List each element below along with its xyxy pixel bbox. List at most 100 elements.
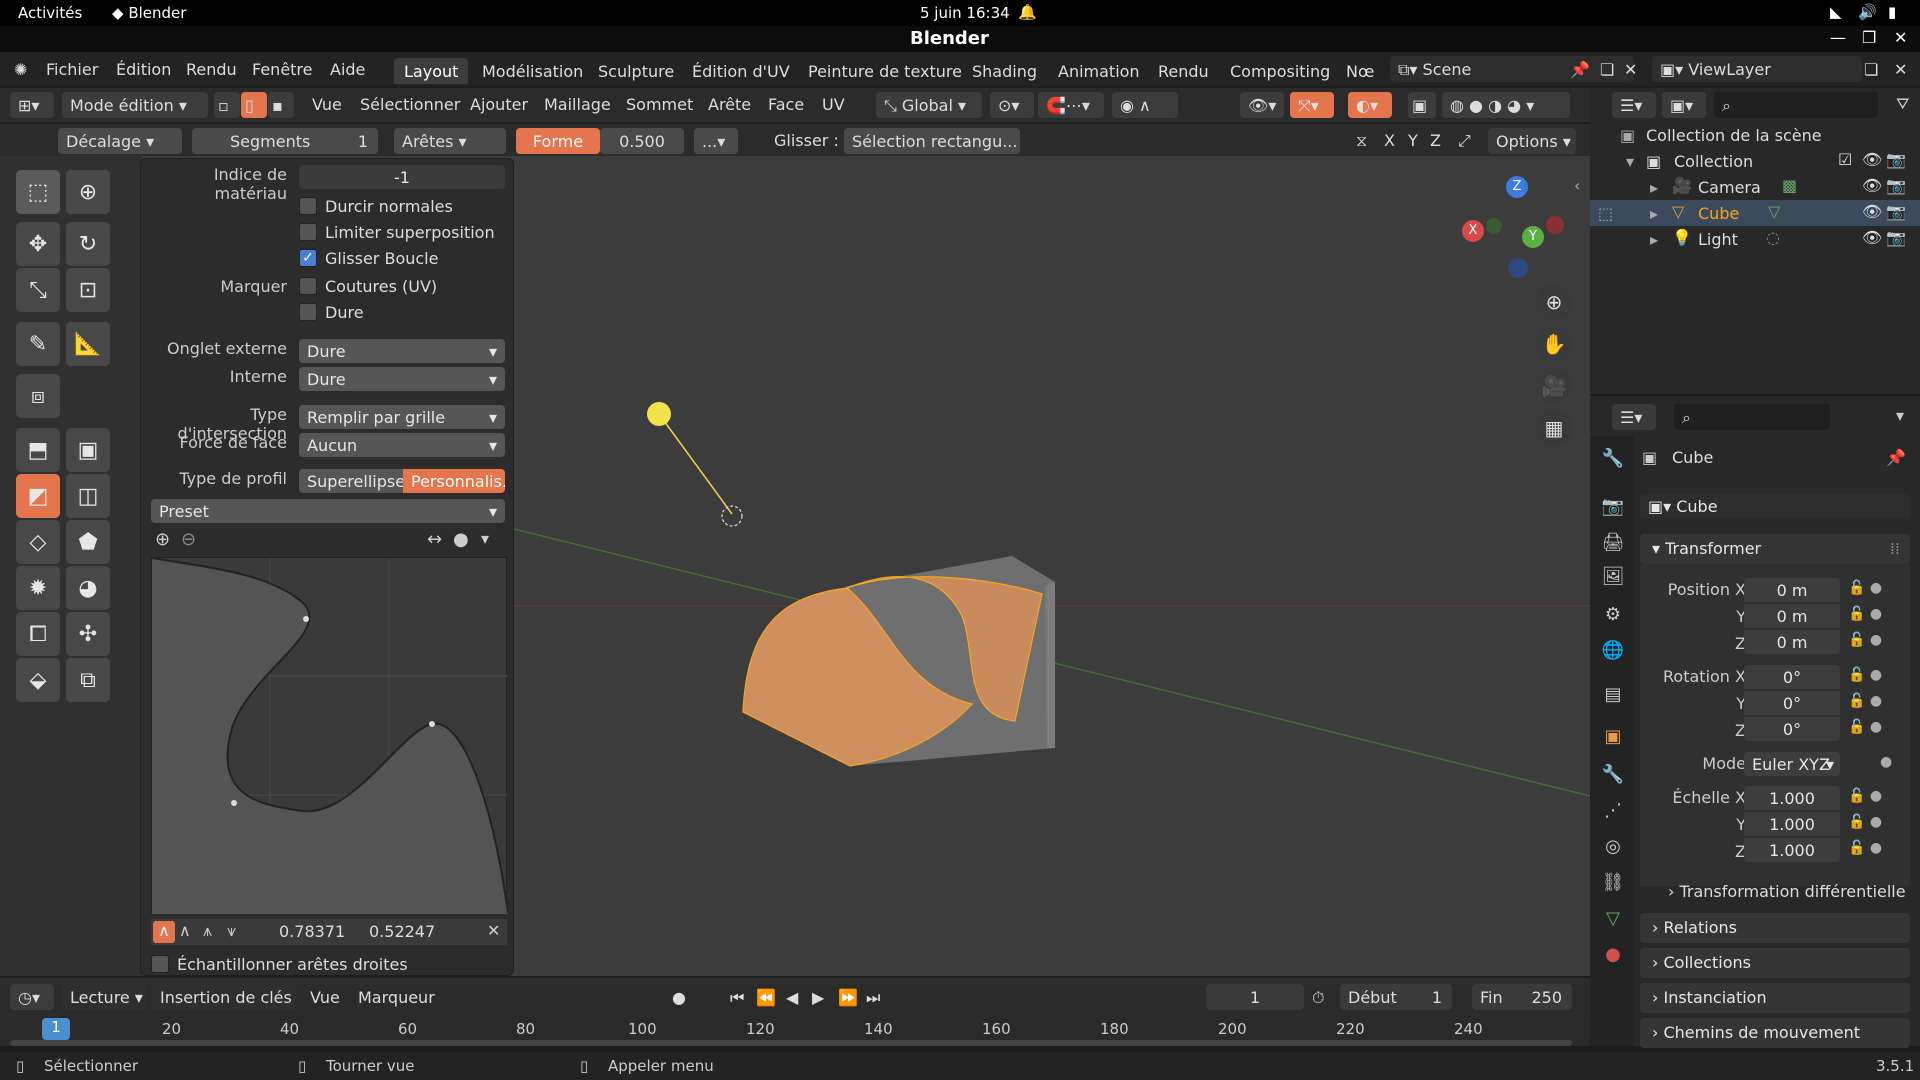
- properties-search-input[interactable]: ⌕: [1674, 404, 1830, 430]
- tab-texture-paint[interactable]: Peinture de texture: [798, 58, 972, 84]
- volume-icon[interactable]: 🔊: [1858, 3, 1877, 21]
- camera-render-icon[interactable]: 📷: [1886, 228, 1906, 247]
- miter-outer-dropdown[interactable]: Dure ▾: [299, 339, 505, 363]
- timeline-marker-menu[interactable]: Marqueur: [358, 988, 435, 1007]
- gizmo-toggle-icon[interactable]: ⤧▾: [1290, 92, 1334, 118]
- delta-transform-header[interactable]: › Transformation différentielle: [1668, 882, 1906, 901]
- miter-inner-dropdown[interactable]: Dure ▾: [299, 367, 505, 391]
- axis-y-toggle[interactable]: Y: [1408, 131, 1418, 150]
- header-menu-face[interactable]: Face: [768, 95, 804, 114]
- instancing-section-header[interactable]: › Instanciation: [1640, 983, 1910, 1013]
- mirror-icon[interactable]: ⧖: [1356, 131, 1367, 151]
- mark-seams-checkbox[interactable]: [299, 277, 317, 295]
- camera-render-icon[interactable]: 📷: [1886, 202, 1906, 221]
- mode-selector[interactable]: Mode édition ▾: [62, 92, 208, 118]
- lock-position-z-icon[interactable]: 🔓 ●: [1848, 632, 1882, 648]
- zoom-out-icon[interactable]: ⊖: [181, 529, 196, 550]
- object-tab-icon[interactable]: ▣: [1600, 726, 1626, 752]
- axis-z-toggle[interactable]: Z: [1430, 131, 1441, 150]
- profile-menu-chevron-icon[interactable]: ▾: [481, 529, 489, 548]
- rotation-y-field[interactable]: 0°: [1744, 691, 1840, 715]
- pin-icon[interactable]: 📌: [1886, 448, 1906, 467]
- lock-rotation-y-icon[interactable]: 🔓 ●: [1848, 693, 1882, 709]
- scale-y-field[interactable]: 1.000: [1744, 812, 1840, 836]
- outliner-row-light[interactable]: ▸ 💡 Light ◌ 👁 📷: [1590, 226, 1920, 252]
- point-y-value[interactable]: 0.52247: [369, 922, 435, 941]
- close-icon[interactable]: ✕: [1894, 28, 1907, 47]
- control-point[interactable]: [303, 616, 309, 622]
- lock-position-x-icon[interactable]: 🔓 ●: [1848, 580, 1882, 596]
- profile-curve-widget[interactable]: [151, 557, 509, 914]
- axis-x-toggle[interactable]: X: [1384, 131, 1395, 150]
- header-menu-select[interactable]: Sélectionner: [360, 95, 460, 114]
- timeline-scrollbar[interactable]: [10, 1040, 1572, 1046]
- sidebar-toggle-icon[interactable]: ‹: [1574, 176, 1580, 195]
- lock-position-y-icon[interactable]: 🔓 ●: [1848, 606, 1882, 622]
- options-dropdown[interactable]: Options ▾: [1488, 128, 1576, 154]
- app-menu[interactable]: ◆ Blender: [112, 4, 186, 22]
- bevel-tool-icon[interactable]: ◩: [16, 474, 60, 518]
- loop-cut-tool-icon[interactable]: ◫: [66, 474, 110, 518]
- tab-sculpting[interactable]: Sculpture: [588, 58, 684, 84]
- tab-uv-editing[interactable]: Édition d'UV: [682, 58, 800, 84]
- tab-modeling[interactable]: Modélisation: [472, 58, 593, 84]
- collapse-arrow-icon[interactable]: ▾: [1626, 152, 1634, 171]
- properties-editor-type-icon[interactable]: ☰▾: [1612, 404, 1656, 430]
- eye-icon[interactable]: 👁: [1862, 228, 1882, 247]
- move-tool-icon[interactable]: ✥: [16, 222, 60, 266]
- physics-tab-icon[interactable]: ◎: [1600, 836, 1626, 862]
- view-layer-tab-icon[interactable]: 🖼: [1600, 566, 1626, 592]
- delete-scene-icon[interactable]: ✕: [1624, 60, 1637, 79]
- particles-tab-icon[interactable]: ⋰: [1600, 800, 1626, 826]
- select-box-tool-icon[interactable]: ⬚: [16, 170, 60, 214]
- camera-view-icon[interactable]: 🎥: [1536, 368, 1572, 404]
- tab-compositing[interactable]: Compositing: [1220, 58, 1340, 84]
- current-frame-field[interactable]: 1: [1206, 984, 1304, 1010]
- light-data-icon[interactable]: ◌: [1766, 228, 1780, 247]
- world-tab-icon[interactable]: 🌐: [1600, 640, 1626, 666]
- tab-rendering[interactable]: Rendu: [1148, 58, 1219, 84]
- profile-superellipse-button[interactable]: Superellipse: [299, 469, 403, 493]
- timeline-editor-type-icon[interactable]: ◷▾: [10, 984, 54, 1010]
- vector-handle-icon[interactable]: ∧: [179, 921, 191, 940]
- menu-render[interactable]: Rendu: [186, 60, 237, 79]
- object-name-field[interactable]: ▣▾ Cube: [1640, 494, 1910, 518]
- maximize-icon[interactable]: ❐: [1862, 28, 1876, 47]
- stopwatch-icon[interactable]: ⏱: [1312, 988, 1324, 1008]
- header-menu-mesh[interactable]: Maillage: [544, 95, 611, 114]
- lock-scale-z-icon[interactable]: 🔓 ●: [1848, 840, 1882, 856]
- timeline-view-menu[interactable]: Vue: [310, 988, 340, 1007]
- header-menu-uv[interactable]: UV: [822, 95, 845, 114]
- minimize-icon[interactable]: —: [1830, 28, 1846, 47]
- scene-selector[interactable]: ⧉▾ Scene: [1390, 56, 1634, 82]
- display-mode-icon[interactable]: ▣▾: [1662, 92, 1706, 118]
- outliner-row-cube[interactable]: ⬚ ▸ ▽ Cube ▽ 👁 📷: [1590, 200, 1920, 226]
- lock-rotation-z-icon[interactable]: 🔓 ●: [1848, 719, 1882, 735]
- vertex-select-icon[interactable]: ▫: [214, 92, 240, 118]
- scene-collection-label[interactable]: Collection de la scène: [1646, 126, 1822, 145]
- relations-section-header[interactable]: › Relations: [1640, 913, 1910, 943]
- loop-slide-checkbox[interactable]: ✓: [299, 249, 317, 267]
- lock-scale-x-icon[interactable]: 🔓 ●: [1848, 788, 1882, 804]
- shrink-fatten-tool-icon[interactable]: ✣: [66, 612, 110, 656]
- inset-tool-icon[interactable]: ▣: [66, 428, 110, 472]
- delete-point-icon[interactable]: ✕: [487, 921, 500, 940]
- menu-file[interactable]: Fichier: [46, 60, 98, 79]
- flip-profile-icon[interactable]: ↔: [427, 529, 442, 550]
- camera-render-icon[interactable]: 📷: [1886, 176, 1906, 195]
- extrude-tool-icon[interactable]: ⬒: [16, 428, 60, 472]
- tool-tab-icon[interactable]: 🔧: [1600, 448, 1626, 474]
- keyframe-dot-icon[interactable]: ●: [1880, 754, 1892, 770]
- pin-icon[interactable]: 📌: [1570, 60, 1590, 79]
- record-icon[interactable]: ●: [672, 988, 686, 1007]
- profile-custom-button[interactable]: Personnalis...: [403, 469, 505, 493]
- battery-icon[interactable]: ▮: [1888, 3, 1896, 21]
- exclude-checkbox-icon[interactable]: ☑: [1838, 150, 1852, 169]
- shear-tool-icon[interactable]: ⬙: [16, 658, 60, 702]
- menu-edit[interactable]: Édition: [116, 60, 171, 79]
- edge-select-icon[interactable]: ▯: [241, 92, 267, 118]
- transform-tool-icon[interactable]: ⊡: [66, 268, 110, 312]
- orientation-selector[interactable]: ⤡ Global ▾: [876, 92, 982, 118]
- spin-tool-icon[interactable]: ✹: [16, 566, 60, 610]
- rotation-z-field[interactable]: 0°: [1744, 717, 1840, 741]
